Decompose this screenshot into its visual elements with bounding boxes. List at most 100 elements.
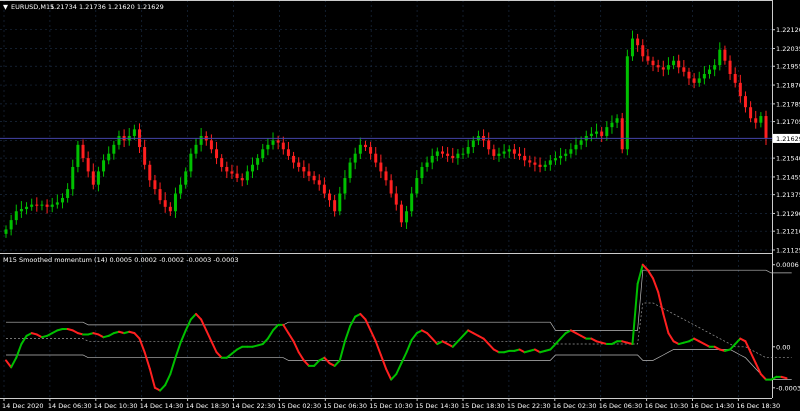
candle-body xyxy=(692,78,696,83)
price-tick-label: 1.22120 xyxy=(776,26,800,34)
price-tick-label: 1.21540 xyxy=(776,155,800,163)
candle-body xyxy=(81,144,85,159)
candle-body xyxy=(661,67,665,70)
candle-body xyxy=(353,153,357,163)
candle-body xyxy=(749,107,753,119)
price-tick-label: 1.21455 xyxy=(776,173,800,181)
candle-body xyxy=(379,162,383,172)
price-tick-label: 1.21870 xyxy=(776,82,800,90)
candle-body xyxy=(620,118,624,150)
candle-body xyxy=(446,153,450,156)
candle-body xyxy=(230,171,234,174)
candle-body xyxy=(343,178,347,194)
candle-body xyxy=(50,204,54,207)
candle-body xyxy=(733,73,737,83)
candle-body xyxy=(102,160,106,172)
price-tick-label: 1.21955 xyxy=(776,63,800,71)
candle-body xyxy=(615,118,619,123)
candle-body xyxy=(697,78,701,83)
candle-body xyxy=(543,164,547,167)
candle-body xyxy=(651,60,655,66)
time-tick-label: 14 Dec 2020 xyxy=(2,402,44,410)
indicator-tick-label: 0.00 xyxy=(776,343,790,351)
candle-body xyxy=(574,144,578,150)
price-tick-label: 1.21785 xyxy=(776,100,800,108)
candle-body xyxy=(600,131,604,136)
candle-body xyxy=(497,153,501,156)
candle-body xyxy=(451,155,455,159)
candle-body xyxy=(687,71,691,79)
candle-body xyxy=(333,200,337,212)
candle-body xyxy=(394,193,398,205)
candle-body xyxy=(209,140,213,150)
indicator-header: M15 Smoothed momentum (14) 0.0005 0.0002… xyxy=(3,256,238,264)
candle-body xyxy=(173,193,177,212)
candle-body xyxy=(718,49,722,66)
time-tick-label: 14 Dec 10:30 xyxy=(94,402,138,410)
candle-body xyxy=(630,38,634,57)
candle-body xyxy=(19,209,23,212)
candle-body xyxy=(410,193,414,212)
time-tick-label: 15 Dec 10:30 xyxy=(369,402,413,410)
candle-body xyxy=(466,147,470,154)
candle-body xyxy=(754,118,758,123)
candle-body xyxy=(625,56,629,150)
candle-body xyxy=(728,60,732,74)
candle-body xyxy=(348,162,352,179)
candle-body xyxy=(292,155,296,163)
candle-body xyxy=(158,189,162,201)
candle-body xyxy=(759,116,763,123)
candle-body xyxy=(55,202,59,205)
candle-body xyxy=(646,56,650,61)
time-tick-label: 14 Dec 14:30 xyxy=(140,402,184,410)
price-tick-label: 1.21705 xyxy=(776,118,800,126)
candle-body xyxy=(276,140,280,143)
candle-body xyxy=(677,60,681,68)
current-price-label: 1.21629 xyxy=(776,135,800,143)
candle-body xyxy=(641,45,645,57)
candle-body xyxy=(168,206,172,212)
candle-body xyxy=(636,38,640,46)
candle-body xyxy=(605,127,609,136)
time-tick-label: 16 Dec 18:30 xyxy=(736,402,780,410)
symbol-title: EURUSD,M15 xyxy=(11,3,54,11)
time-tick-label: 14 Dec 18:30 xyxy=(186,402,230,410)
candle-body xyxy=(708,69,712,74)
candle-body xyxy=(281,142,285,150)
candle-body xyxy=(656,65,660,68)
candle-body xyxy=(502,151,506,154)
candle-body xyxy=(91,171,95,185)
candle-body xyxy=(9,220,13,230)
candle-body xyxy=(266,144,270,150)
candle-body xyxy=(76,144,80,167)
candle-body xyxy=(307,171,311,176)
candle-body xyxy=(35,204,39,206)
candle-body xyxy=(194,144,198,154)
candle-body xyxy=(25,206,29,210)
dropdown-arrow-icon[interactable]: ▼ xyxy=(3,3,8,11)
candle-body xyxy=(312,175,316,181)
candle-body xyxy=(240,178,244,181)
candle-body xyxy=(420,166,424,179)
time-tick-label: 15 Dec 22:30 xyxy=(507,402,551,410)
candle-body xyxy=(579,140,583,145)
time-tick-label: 14 Dec 06:30 xyxy=(48,402,92,410)
candle-body xyxy=(713,65,717,70)
candle-body xyxy=(702,73,706,79)
candle-body xyxy=(533,162,537,165)
candle-body xyxy=(435,151,439,156)
momentum-segment xyxy=(780,375,788,380)
candle-body xyxy=(569,149,573,154)
candle-body xyxy=(682,67,686,72)
candle-body xyxy=(610,122,614,128)
candle-body xyxy=(384,171,388,181)
time-tick-label: 16 Dec 14:30 xyxy=(691,402,735,410)
candle-body xyxy=(512,149,516,154)
candle-body xyxy=(440,151,444,154)
candle-body xyxy=(143,147,147,165)
candle-body xyxy=(430,155,434,163)
chart-window[interactable]: ▼ EURUSD,M15 1.21734 1.21736 1.21620 1.2… xyxy=(0,0,800,411)
candle-body xyxy=(256,158,260,165)
candle-body xyxy=(738,82,742,97)
candle-body xyxy=(723,49,727,61)
